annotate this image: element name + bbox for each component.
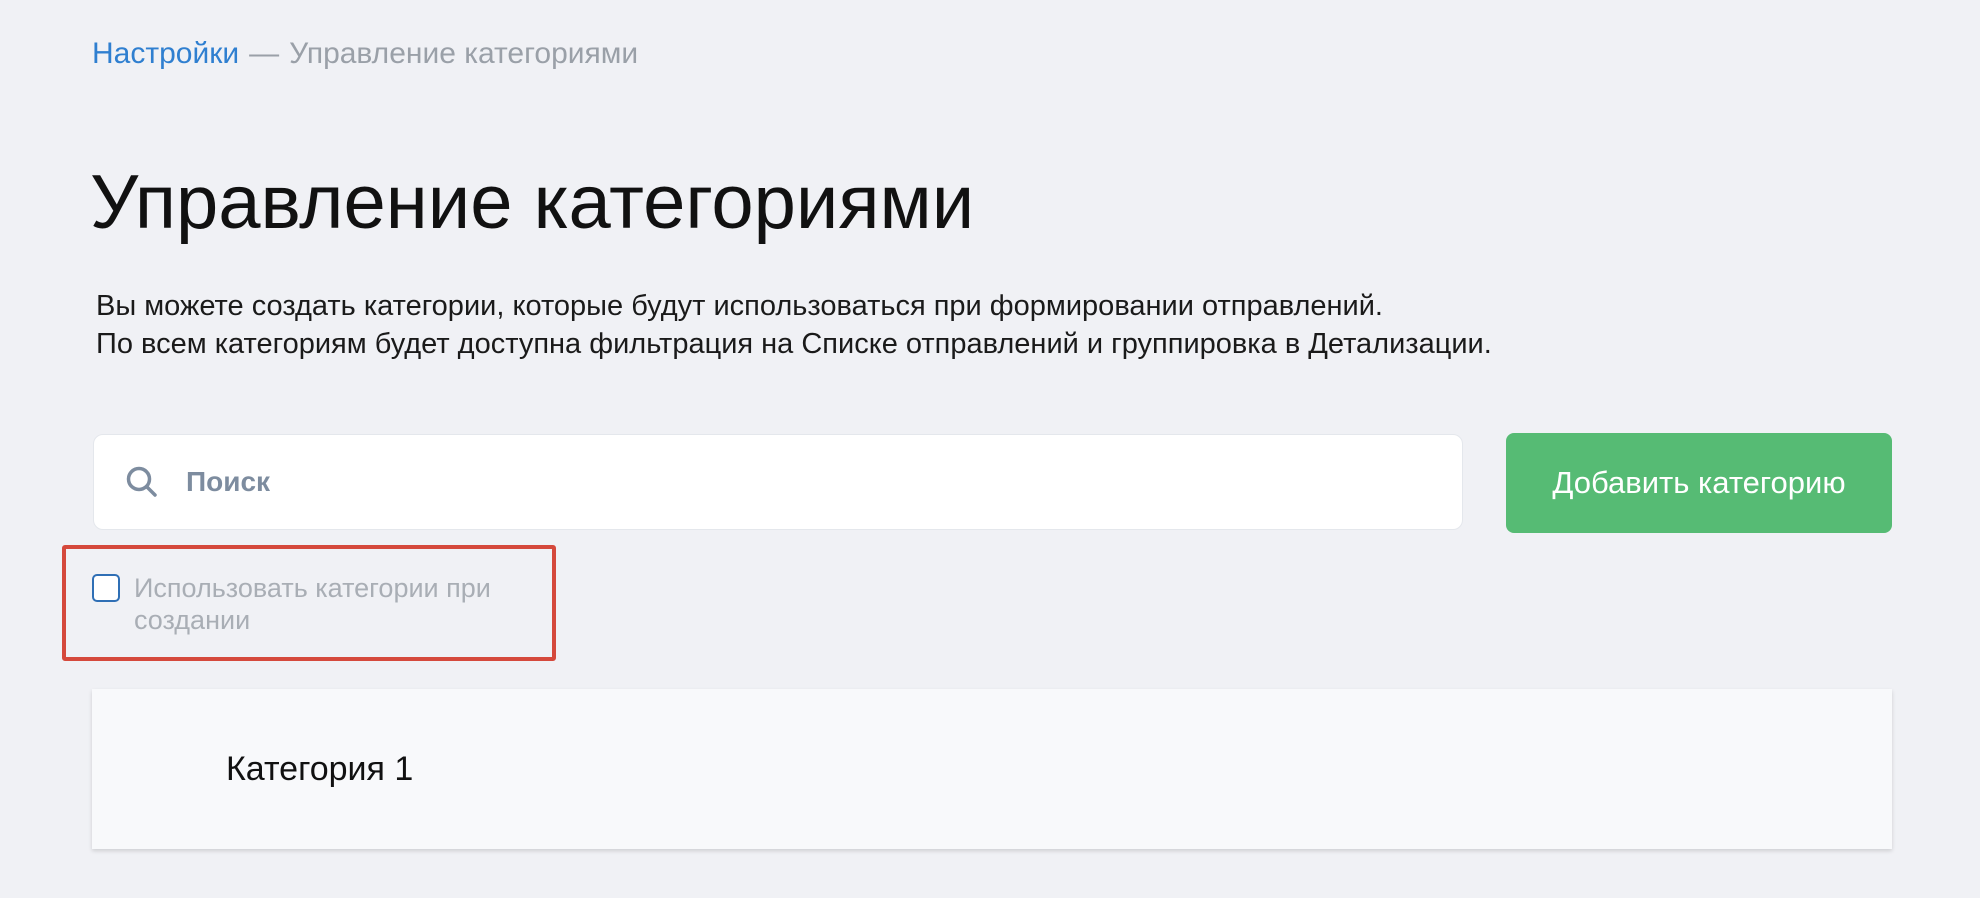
use-categories-label[interactable]: Использовать категории при создании bbox=[134, 572, 534, 636]
add-category-button[interactable]: Добавить категорию bbox=[1506, 433, 1892, 533]
breadcrumb-link-settings[interactable]: Настройки bbox=[92, 37, 239, 70]
use-categories-checkbox[interactable] bbox=[92, 574, 120, 602]
category-list-item[interactable]: Категория 1 bbox=[92, 689, 1892, 849]
breadcrumb: Настройки — Управление категориями bbox=[92, 34, 638, 74]
use-categories-option[interactable]: Использовать категории при создании bbox=[92, 572, 534, 636]
breadcrumb-current: Управление категориями bbox=[289, 37, 639, 70]
category-name: Категория 1 bbox=[226, 749, 414, 788]
description-line-2: По всем категориям будет доступна фильтр… bbox=[96, 328, 1492, 360]
search-box[interactable] bbox=[93, 434, 1463, 530]
description-line-1: Вы можете создать категории, которые буд… bbox=[96, 290, 1383, 322]
page-description: Вы можете создать категории, которые буд… bbox=[96, 287, 1492, 363]
search-icon bbox=[124, 464, 160, 500]
page-title: Управление категориями bbox=[90, 160, 975, 245]
breadcrumb-separator: — bbox=[249, 37, 280, 70]
search-input[interactable] bbox=[184, 451, 1388, 513]
